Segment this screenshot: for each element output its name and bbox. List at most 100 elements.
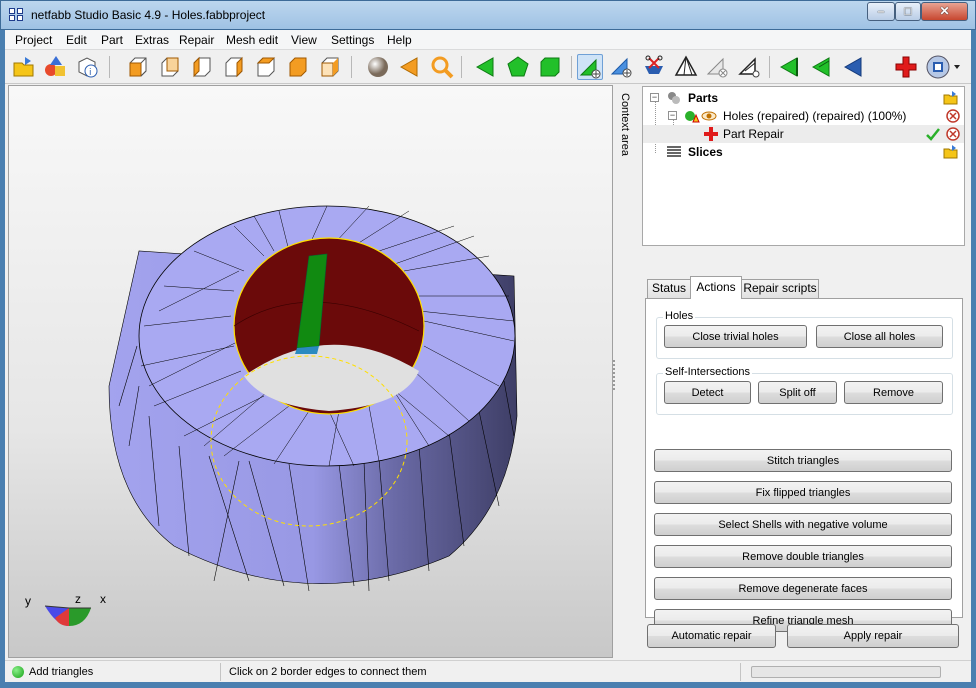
view-front-button[interactable] xyxy=(125,54,151,80)
open-project-button[interactable] xyxy=(11,54,37,80)
close-button[interactable]: ✕ xyxy=(921,2,968,21)
tree-parts-label: Parts xyxy=(688,91,719,105)
arrow-green-2-button[interactable] xyxy=(809,54,835,80)
svg-text:i: i xyxy=(89,68,92,78)
select-surface-button[interactable] xyxy=(505,54,531,80)
axis-gizmo: y z x xyxy=(25,586,109,636)
3d-viewport[interactable]: y z x xyxy=(8,85,613,658)
view-bottom-icon xyxy=(289,57,307,77)
remove-self-intersections-button[interactable]: Remove xyxy=(844,381,943,404)
select-surface-icon xyxy=(507,56,529,77)
zoom-button[interactable] xyxy=(429,54,455,80)
tetra-button[interactable] xyxy=(673,54,699,80)
status-hint-section: Click on 2 border edges to connect them xyxy=(221,663,741,681)
cut-button[interactable] xyxy=(641,54,667,80)
view-bottom-button[interactable] xyxy=(285,54,311,80)
cone-button[interactable] xyxy=(397,54,423,80)
select-negative-shells-button[interactable]: Select Shells with negative volume xyxy=(654,513,952,536)
split-off-button[interactable]: Split off xyxy=(758,381,837,404)
status-mode-section: Add triangles xyxy=(7,663,221,681)
context-area-strip[interactable]: Context area xyxy=(615,85,641,658)
menu-help[interactable]: Help xyxy=(387,33,412,47)
collapse-icon[interactable]: − xyxy=(650,93,659,102)
tab-actions[interactable]: Actions xyxy=(690,276,742,299)
status-bar: Add triangles Click on 2 border edges to… xyxy=(5,660,971,682)
minimize-icon: – xyxy=(877,4,885,18)
split-triangles-button[interactable] xyxy=(609,54,635,80)
smooth-button[interactable] xyxy=(737,54,763,80)
tree-row-part[interactable]: − Holes (repaired) (repaired) (100%) xyxy=(643,107,964,125)
view-back-icon xyxy=(161,57,179,77)
minimize-button[interactable]: – xyxy=(867,2,895,21)
menu-bar: Project Edit Part Extras Repair Mesh edi… xyxy=(5,30,971,50)
part-info-button[interactable]: i xyxy=(75,54,101,80)
arrow-blue-button[interactable] xyxy=(841,54,867,80)
select-triangle-icon xyxy=(475,57,494,77)
close-all-holes-button[interactable]: Close all holes xyxy=(816,325,943,348)
add-triangles-button[interactable] xyxy=(577,54,603,80)
close-trivial-holes-button[interactable]: Close trivial holes xyxy=(664,325,807,348)
menu-view[interactable]: View xyxy=(291,33,317,47)
view-left-button[interactable] xyxy=(189,54,215,80)
part-info-icon: i xyxy=(78,57,98,78)
stitch-triangles-button[interactable]: Stitch triangles xyxy=(654,449,952,472)
arrow-green-button[interactable] xyxy=(777,54,803,80)
menu-repair[interactable]: Repair xyxy=(179,33,214,47)
menu-part[interactable]: Part xyxy=(101,33,123,47)
view-top-button[interactable] xyxy=(253,54,279,80)
view-right-button[interactable] xyxy=(221,54,247,80)
project-tree[interactable]: − Parts − Holes (repaired) (repaired) (1… xyxy=(642,86,965,246)
remove-double-triangles-button[interactable]: Remove double triangles xyxy=(654,545,952,568)
parts-icon xyxy=(668,92,680,104)
tree-row-repair[interactable]: Part Repair xyxy=(643,125,964,143)
tree-slices-label: Slices xyxy=(688,145,723,159)
view-back-button[interactable] xyxy=(157,54,183,80)
arrow-blue-icon xyxy=(843,57,862,77)
menu-extras[interactable]: Extras xyxy=(135,33,169,47)
app-frame: Project Edit Part Extras Repair Mesh edi… xyxy=(5,30,971,682)
sphere-button[interactable] xyxy=(365,54,391,80)
holes-group: Holes Close trivial holes Close all hole… xyxy=(656,310,953,359)
detect-button[interactable]: Detect xyxy=(664,381,751,404)
menu-project[interactable]: Project xyxy=(15,33,52,47)
axis-x-label: x xyxy=(100,592,106,606)
status-mode: Add triangles xyxy=(29,666,94,678)
fix-flipped-triangles-button[interactable]: Fix flipped triangles xyxy=(654,481,952,504)
netfabb-logo-icon xyxy=(9,8,25,23)
checkmark-icon[interactable] xyxy=(925,126,941,142)
part-status-icon xyxy=(685,111,700,123)
holes-group-title: Holes xyxy=(663,310,696,322)
eye-icon[interactable] xyxy=(701,108,717,124)
view-perspective-button[interactable] xyxy=(317,54,343,80)
maximize-button[interactable]: □ xyxy=(895,2,921,21)
slices-icon xyxy=(667,146,681,157)
view-right-icon xyxy=(225,56,243,78)
remove-part-icon[interactable] xyxy=(945,108,961,124)
select-triangle-button[interactable] xyxy=(473,54,499,80)
apply-repair-button[interactable]: Apply repair xyxy=(787,624,959,648)
automatic-repair-button[interactable]: Automatic repair xyxy=(647,624,776,648)
toolbar: i xyxy=(5,50,971,84)
cancel-repair-icon[interactable] xyxy=(945,126,961,142)
shield-dropdown-button[interactable] xyxy=(925,54,961,80)
menu-edit[interactable]: Edit xyxy=(66,33,87,47)
menu-mesh-edit[interactable]: Mesh edit xyxy=(226,33,278,47)
add-part-button[interactable] xyxy=(43,54,69,80)
tab-status[interactable]: Status xyxy=(647,279,691,298)
folder-open-icon[interactable] xyxy=(943,90,959,106)
mesh-render[interactable] xyxy=(9,86,613,658)
split-triangles-icon xyxy=(610,57,632,78)
remove-degenerate-faces-button[interactable]: Remove degenerate faces xyxy=(654,577,952,600)
tree-row-slices[interactable]: Slices xyxy=(643,143,964,161)
repair-button[interactable] xyxy=(893,54,919,80)
menu-settings[interactable]: Settings xyxy=(331,33,374,47)
axis-z-label: z xyxy=(75,592,81,606)
cone-icon xyxy=(399,57,418,77)
tree-row-parts[interactable]: − Parts xyxy=(643,89,964,107)
view-top-icon xyxy=(256,57,276,77)
select-shell-button[interactable] xyxy=(537,54,563,80)
collapse-icon[interactable]: − xyxy=(668,111,677,120)
tab-repair-scripts[interactable]: Repair scripts xyxy=(741,279,819,298)
remove-triangles-button[interactable] xyxy=(705,54,731,80)
folder-open-icon[interactable] xyxy=(943,144,959,160)
